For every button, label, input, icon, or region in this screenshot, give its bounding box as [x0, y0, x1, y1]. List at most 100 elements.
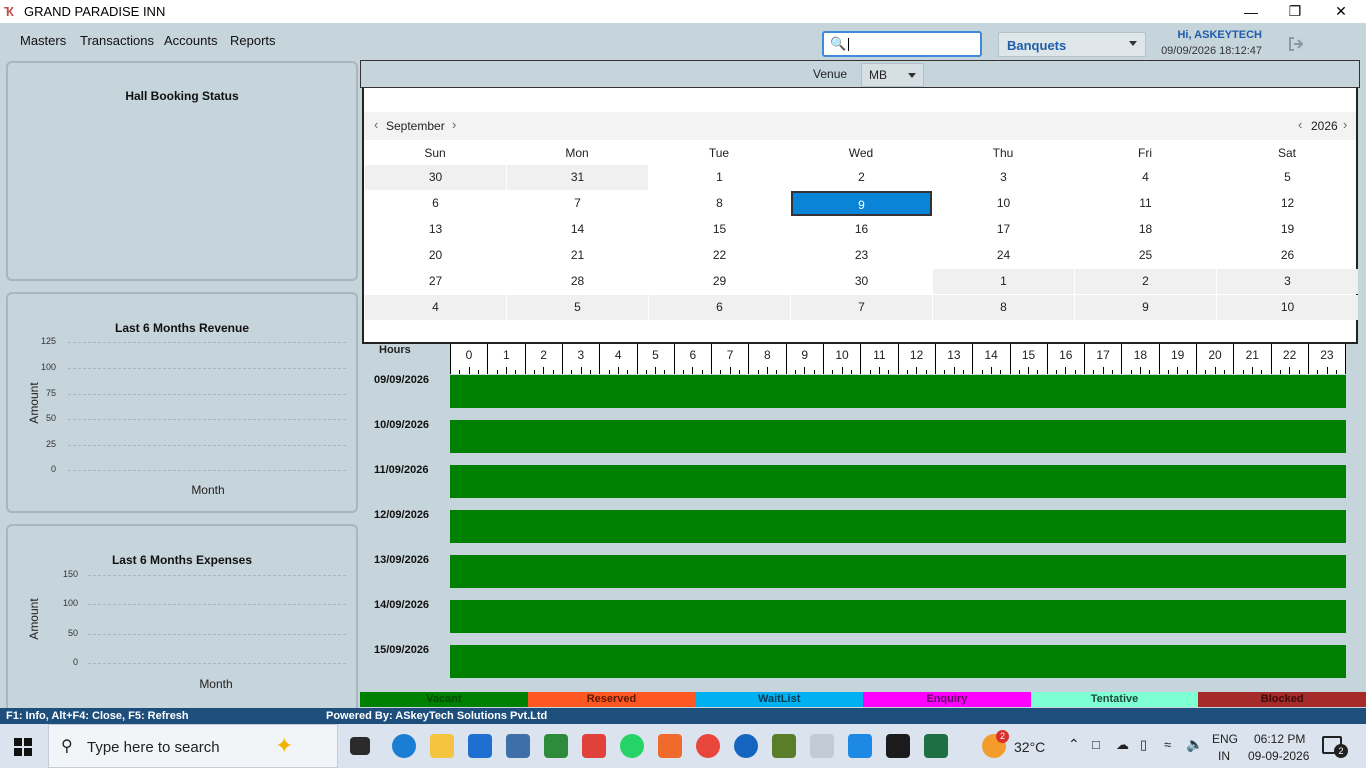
calendar-day[interactable]: 24: [933, 243, 1074, 268]
prev-month-button[interactable]: ‹: [374, 117, 378, 132]
calendar-day[interactable]: 8: [649, 191, 790, 216]
calendar-day[interactable]: 1: [649, 165, 790, 190]
venue-dropdown[interactable]: MB: [861, 63, 924, 87]
timeline-row-bar[interactable]: [450, 600, 1346, 633]
menu-reports[interactable]: Reports: [230, 33, 276, 48]
calendar-day[interactable]: 7: [507, 191, 648, 216]
chevron-up-icon[interactable]: ⌃: [1068, 736, 1080, 753]
input-language[interactable]: ENG: [1212, 732, 1238, 746]
calendar-day[interactable]: 23: [791, 243, 932, 268]
menu-transactions[interactable]: Transactions: [80, 33, 154, 48]
notes-app-icon[interactable]: [544, 734, 568, 758]
calendar-day[interactable]: 25: [1075, 243, 1216, 268]
prev-year-button[interactable]: ‹: [1298, 117, 1302, 132]
calendar-day[interactable]: 2: [791, 165, 932, 190]
file-explorer-icon[interactable]: [430, 734, 454, 758]
calendar-day[interactable]: 19: [1217, 217, 1358, 242]
timeline-row-bar[interactable]: [450, 375, 1346, 408]
edge-browser-icon[interactable]: [392, 734, 416, 758]
next-month-button[interactable]: ›: [452, 117, 456, 132]
module-dropdown[interactable]: Banquets: [998, 32, 1146, 57]
calendar-day[interactable]: 1: [933, 269, 1074, 294]
battery-icon[interactable]: ▯: [1140, 737, 1147, 753]
calendar-year[interactable]: 2026: [1311, 119, 1338, 133]
input-region[interactable]: IN: [1218, 749, 1230, 763]
xampp-icon[interactable]: [658, 734, 682, 758]
photos-icon[interactable]: [848, 734, 872, 758]
calendar-day[interactable]: 18: [1075, 217, 1216, 242]
windows-start-icon[interactable]: [14, 738, 32, 756]
calendar-day[interactable]: 13: [365, 217, 506, 242]
calendar-day[interactable]: 6: [649, 295, 790, 320]
tray-device-icon[interactable]: □: [1092, 737, 1100, 752]
close-button[interactable]: ✕: [1318, 0, 1364, 23]
calendar-day[interactable]: 20: [365, 243, 506, 268]
calendar-day[interactable]: 12: [1217, 191, 1358, 216]
calendar-day[interactable]: 3: [933, 165, 1074, 190]
menu-masters[interactable]: Masters: [20, 33, 66, 48]
calendar-day[interactable]: 22: [649, 243, 790, 268]
calendar-day[interactable]: 29: [649, 269, 790, 294]
calendar-day-selected[interactable]: 9: [791, 191, 932, 216]
timeline-row-bar[interactable]: [450, 645, 1346, 678]
calendar-day[interactable]: 21: [507, 243, 648, 268]
calendar-day[interactable]: 30: [791, 269, 932, 294]
calendar-day[interactable]: 4: [365, 295, 506, 320]
logout-icon[interactable]: [1287, 35, 1305, 53]
tray-cloud-icon[interactable]: ☁: [1116, 737, 1129, 753]
calendar-day[interactable]: 26: [1217, 243, 1358, 268]
timeline-row-bar[interactable]: [450, 465, 1346, 498]
calendar-day[interactable]: 10: [933, 191, 1074, 216]
calendar-day[interactable]: 11: [1075, 191, 1216, 216]
task-view-icon[interactable]: [350, 737, 370, 755]
hour-tick: [1326, 367, 1328, 374]
calendar-day[interactable]: 9: [1075, 295, 1216, 320]
timeline-row-bar[interactable]: [450, 555, 1346, 588]
weather-icon[interactable]: 2: [982, 730, 1009, 758]
timeline-row-bar[interactable]: [450, 420, 1346, 453]
maximize-button[interactable]: ❐: [1272, 0, 1318, 23]
clock-time[interactable]: 06:12 PM: [1254, 732, 1305, 746]
calendar-day[interactable]: 14: [507, 217, 648, 242]
calendar-day[interactable]: 30: [365, 165, 506, 190]
calendar-day[interactable]: 31: [507, 165, 648, 190]
calendar-day[interactable]: 5: [1217, 165, 1358, 190]
grand-paradise-app-icon[interactable]: [810, 734, 834, 758]
timeline-row-bar[interactable]: [450, 510, 1346, 543]
app-m-icon[interactable]: [772, 734, 796, 758]
volume-icon[interactable]: 🔈: [1186, 736, 1203, 753]
menu-accounts[interactable]: Accounts: [164, 33, 217, 48]
hour-tick: [459, 370, 461, 374]
calendar-day[interactable]: 2: [1075, 269, 1216, 294]
calendar-day[interactable]: 6: [365, 191, 506, 216]
calendar-day[interactable]: 17: [933, 217, 1074, 242]
calendar-day[interactable]: 16: [791, 217, 932, 242]
search-input[interactable]: 🔍: [822, 31, 982, 57]
terminal-icon[interactable]: [886, 734, 910, 758]
calendar-day[interactable]: 28: [507, 269, 648, 294]
calendar-day[interactable]: 15: [649, 217, 790, 242]
whatsapp-icon[interactable]: [620, 734, 644, 758]
teamviewer-icon[interactable]: [734, 734, 758, 758]
anydesk-icon[interactable]: [582, 734, 606, 758]
calendar-month[interactable]: September: [386, 119, 445, 133]
calendar-day[interactable]: 10: [1217, 295, 1358, 320]
taskbar-search-box[interactable]: ⚲ Type here to search ✦: [48, 724, 338, 768]
excel-icon[interactable]: [924, 734, 948, 758]
calendar-day[interactable]: 7: [791, 295, 932, 320]
notifications-icon[interactable]: 2: [1322, 736, 1348, 758]
timeline-row-date: 12/09/2026: [374, 509, 430, 521]
next-year-button[interactable]: ›: [1343, 117, 1347, 132]
expenses-chart-title: Last 6 Months Expenses: [111, 553, 253, 567]
calendar-day[interactable]: 8: [933, 295, 1074, 320]
calculator-icon[interactable]: [506, 734, 530, 758]
calendar-day[interactable]: 5: [507, 295, 648, 320]
wifi-icon[interactable]: ≈: [1164, 737, 1171, 752]
clock-date[interactable]: 09-09-2026: [1248, 749, 1309, 763]
store-icon[interactable]: [468, 734, 492, 758]
chrome-icon[interactable]: [696, 734, 720, 758]
calendar-day[interactable]: 4: [1075, 165, 1216, 190]
minimize-button[interactable]: —: [1228, 0, 1274, 23]
calendar-day[interactable]: 3: [1217, 269, 1358, 294]
calendar-day[interactable]: 27: [365, 269, 506, 294]
